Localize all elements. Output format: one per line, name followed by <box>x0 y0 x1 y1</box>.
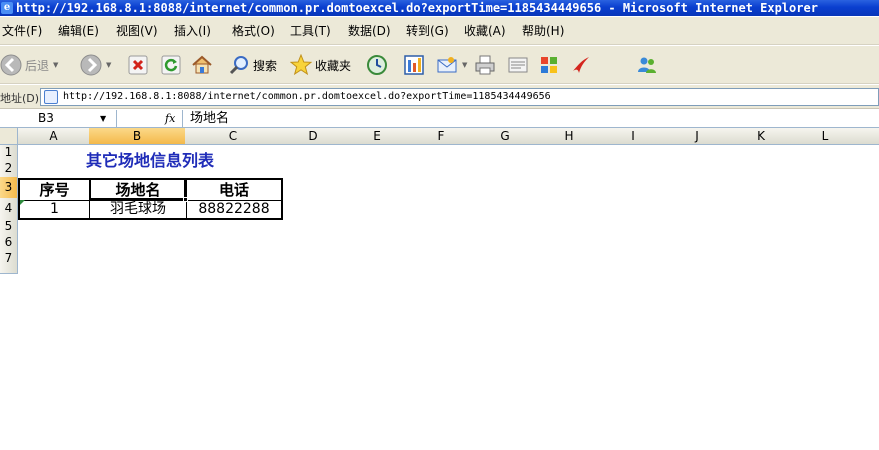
spreadsheet-grid: A B C D E F G H I J K L 1 2 3 4 5 6 7 其它… <box>0 128 879 450</box>
fill-handle[interactable] <box>183 197 188 202</box>
menu-data[interactable]: 数据(D) <box>348 24 391 38</box>
column-header-m[interactable] <box>857 128 879 145</box>
menu-edit[interactable]: 编辑(E) <box>58 24 99 38</box>
address-input[interactable]: http://192.168.8.1:8088/internet/common.… <box>40 88 879 106</box>
cell-venue[interactable]: 羽毛球场 <box>90 201 186 219</box>
address-bar: 地址(D) http://192.168.8.1:8088/internet/c… <box>0 85 879 109</box>
row-header-4[interactable]: 4 <box>0 198 18 219</box>
column-header-c[interactable]: C <box>185 128 282 145</box>
search-icon <box>228 54 250 76</box>
name-box-value[interactable]: B3 <box>38 111 54 126</box>
menu-goto[interactable]: 转到(G) <box>406 24 449 38</box>
active-cell-selection[interactable] <box>89 178 186 200</box>
row-header-6[interactable]: 6 <box>0 234 18 251</box>
row-header-7[interactable]: 7 <box>0 250 18 267</box>
menu-format[interactable]: 格式(O) <box>232 24 275 38</box>
favorites-button[interactable]: 收藏夹 <box>289 52 352 78</box>
name-box[interactable]: B3 ▼ <box>0 110 117 127</box>
forward-button[interactable]: ▼ <box>80 52 111 78</box>
sheet-title[interactable]: 其它场地信息列表 <box>18 150 282 172</box>
cell-index[interactable]: 1 <box>20 201 89 219</box>
select-all-corner[interactable] <box>0 128 18 145</box>
column-header-d[interactable]: D <box>281 128 346 145</box>
row-header-1[interactable]: 1 <box>0 145 18 161</box>
column-header-i[interactable]: I <box>601 128 666 145</box>
messenger-button[interactable] <box>636 52 658 78</box>
column-header-k[interactable]: K <box>729 128 794 145</box>
back-dropdown-icon[interactable]: ▼ <box>53 61 58 69</box>
history-icon <box>366 54 388 76</box>
home-icon <box>191 54 213 76</box>
row-header-5[interactable]: 5 <box>0 218 18 235</box>
favorites-label: 收藏夹 <box>315 58 352 73</box>
menu-bar: 文件(F) 编辑(E) 视图(V) 插入(I) 格式(O) 工具(T) 数据(D… <box>0 17 879 45</box>
windows-button[interactable] <box>538 52 560 78</box>
print-button[interactable] <box>474 52 496 78</box>
edit-button[interactable] <box>507 52 529 78</box>
forward-dropdown-icon[interactable]: ▼ <box>106 61 111 69</box>
window-title-bar: e http://192.168.8.1:8088/internet/common… <box>0 0 879 16</box>
refresh-button[interactable] <box>160 52 182 78</box>
page-icon <box>44 90 58 104</box>
acrobat-button[interactable] <box>570 52 592 78</box>
name-box-dropdown-icon[interactable]: ▼ <box>100 111 106 126</box>
search-label: 搜索 <box>253 58 278 73</box>
error-indicator-icon <box>20 200 25 205</box>
column-header-b[interactable]: B <box>89 128 186 145</box>
back-label: 后退 <box>25 58 50 73</box>
address-url[interactable]: http://192.168.8.1:8088/internet/common.… <box>63 90 551 104</box>
menu-tools[interactable]: 工具(T) <box>290 24 331 38</box>
column-header-j[interactable]: J <box>665 128 730 145</box>
header-cell-phone[interactable]: 电话 <box>187 180 281 200</box>
column-header-l[interactable]: L <box>793 128 858 145</box>
function-icon[interactable]: fx <box>165 111 175 126</box>
cell-phone[interactable]: 88822288 <box>187 201 281 219</box>
row-header-8[interactable] <box>0 266 18 274</box>
back-arrow-icon <box>0 54 22 76</box>
menu-help[interactable]: 帮助(H) <box>522 24 564 38</box>
menu-insert[interactable]: 插入(I) <box>174 24 211 38</box>
acrobat-icon <box>570 54 592 76</box>
printer-icon <box>474 54 496 76</box>
window-title: http://192.168.8.1:8088/internet/common.… <box>16 1 818 15</box>
star-icon <box>289 53 313 76</box>
stop-button[interactable] <box>127 52 149 78</box>
stop-icon <box>127 54 149 76</box>
column-header-a[interactable]: A <box>18 128 90 145</box>
home-button[interactable] <box>191 52 213 78</box>
excel-view-button[interactable] <box>403 52 425 78</box>
formula-bar: B3 ▼ fx 场地名 <box>0 110 879 128</box>
history-button[interactable] <box>366 52 388 78</box>
mail-dropdown-icon[interactable]: ▼ <box>462 61 467 69</box>
column-header-g[interactable]: G <box>473 128 538 145</box>
mail-button[interactable]: ▼ <box>436 52 467 78</box>
back-button[interactable]: 后退 ▼ <box>0 52 58 78</box>
edit-page-icon <box>507 54 529 76</box>
mail-icon <box>436 54 458 76</box>
menu-view[interactable]: 视图(V) <box>116 24 158 38</box>
forward-arrow-icon <box>80 54 102 76</box>
header-cell-index[interactable]: 序号 <box>20 180 89 200</box>
windows-logo-icon <box>538 54 560 76</box>
spreadsheet-icon <box>403 54 425 76</box>
column-header-h[interactable]: H <box>537 128 602 145</box>
fx-area: fx <box>117 110 183 127</box>
messenger-icon <box>636 54 658 76</box>
search-button[interactable]: 搜索 <box>228 52 277 78</box>
formula-value[interactable]: 场地名 <box>190 111 229 126</box>
address-label: 地址(D) <box>0 92 40 105</box>
toolbar: 后退 ▼ ▼ 搜索 收藏夹 ▼ <box>0 46 879 84</box>
row-header-2[interactable]: 2 <box>0 160 18 178</box>
menu-file[interactable]: 文件(F) <box>2 24 42 38</box>
refresh-icon <box>160 54 182 76</box>
column-header-f[interactable]: F <box>409 128 474 145</box>
ie-logo-icon: e <box>1 2 13 14</box>
column-header-e[interactable]: E <box>345 128 410 145</box>
row-header-3[interactable]: 3 <box>0 177 18 199</box>
menu-favorites[interactable]: 收藏(A) <box>464 24 506 38</box>
